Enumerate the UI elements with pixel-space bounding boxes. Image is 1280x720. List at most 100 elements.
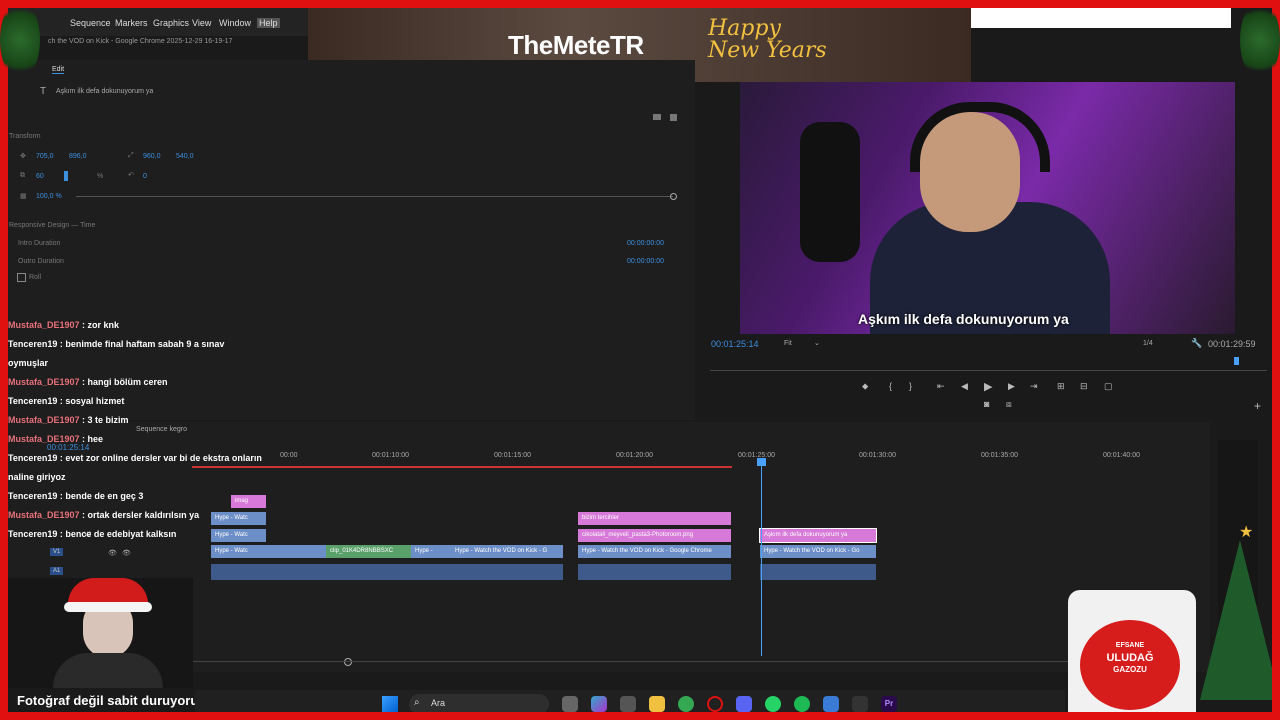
- star-icon: ★: [1239, 524, 1254, 541]
- chat-text: benimde final haftam sabah 9 a sınav: [65, 339, 225, 349]
- clip-id[interactable]: clip_01K4DR8NBBSXC: [326, 545, 411, 558]
- intro-value[interactable]: 00:00:00:00: [627, 240, 664, 247]
- whatsapp-icon[interactable]: [765, 696, 781, 712]
- marker-icon[interactable]: ⬥: [862, 381, 868, 392]
- windows-start-icon[interactable]: [382, 696, 398, 712]
- store-icon[interactable]: [823, 696, 839, 712]
- position-y[interactable]: 896,0: [69, 153, 87, 160]
- task-view-icon[interactable]: [562, 696, 578, 712]
- window-title: ch the VOD on Kick - Google Chrome 2025-…: [48, 38, 233, 45]
- chat-text: naline giriyoz: [8, 472, 66, 482]
- chat-user: Mustafa_DE1907: [8, 377, 80, 387]
- opacity-value[interactable]: 100,0 %: [36, 193, 62, 200]
- program-scrubber[interactable]: [710, 370, 1267, 371]
- opacity-icon: ▦: [20, 193, 27, 200]
- spotify-icon[interactable]: [794, 696, 810, 712]
- audio-clip[interactable]: [578, 564, 731, 580]
- copilot-icon[interactable]: [591, 696, 607, 712]
- eye-icon[interactable]: 👁: [122, 549, 131, 557]
- zoom-scroll-handle[interactable]: [344, 658, 352, 666]
- new-item-icon[interactable]: [670, 114, 677, 121]
- taskbar-search[interactable]: [409, 694, 549, 714]
- track-a1-label[interactable]: A1: [50, 567, 64, 575]
- clip-bizim[interactable]: bizim tercihler: [578, 512, 731, 525]
- anchor-icon: ⤢: [128, 152, 134, 159]
- banner-greeting: Happy New Years: [708, 18, 827, 62]
- rotation-value[interactable]: 0: [143, 173, 147, 180]
- position-x[interactable]: 705,0: [36, 153, 54, 160]
- menu-view[interactable]: View: [192, 18, 211, 28]
- play-icon[interactable]: ▶: [984, 380, 992, 393]
- tab-edit[interactable]: Edit: [52, 66, 65, 74]
- roll-checkbox[interactable]: [17, 273, 26, 282]
- wrench-icon[interactable]: 🔧: [1191, 338, 1202, 349]
- clip-askim-selected[interactable]: Aşkım ilk defa dokunuyorum ya: [759, 528, 877, 543]
- audio-clip[interactable]: [211, 564, 563, 580]
- clip-cikolata[interactable]: cikolatali_meyveli_pasta3-Photoroom.png: [578, 529, 731, 542]
- santa-hat-trim: [64, 602, 152, 612]
- streamer-webcam: [740, 82, 1235, 334]
- audio-clip[interactable]: [760, 564, 876, 580]
- discord-icon[interactable]: [736, 696, 752, 712]
- menu-sequence[interactable]: Sequence: [70, 18, 111, 28]
- menu-window[interactable]: Window: [219, 18, 251, 28]
- track-v1-label[interactable]: V1: [50, 548, 64, 556]
- program-timecode[interactable]: 00:01:25:14: [711, 339, 759, 349]
- opacity-slider[interactable]: [76, 196, 673, 197]
- greeting-line1: Happy: [708, 16, 781, 41]
- menu-help[interactable]: Help: [257, 18, 280, 28]
- timeline-scrollbar[interactable]: [192, 661, 1192, 662]
- scale-value[interactable]: 60: [36, 173, 44, 180]
- file-explorer-icon[interactable]: [649, 696, 665, 712]
- guest-body: [53, 653, 163, 688]
- chat-user: Mustafa_DE1907: [8, 510, 80, 520]
- go-to-in-icon[interactable]: ⇤: [937, 381, 945, 392]
- chrome-icon[interactable]: [678, 696, 694, 712]
- capcut-icon[interactable]: [852, 696, 868, 712]
- link-scale-icon[interactable]: [64, 171, 68, 181]
- clip-segment[interactable]: [266, 545, 326, 558]
- extract-icon[interactable]: ⊟: [1080, 381, 1088, 392]
- camera-icon[interactable]: ◙: [984, 399, 989, 409]
- clip-hype-full[interactable]: Hype - Watch the VOD on Kick - G: [451, 545, 563, 558]
- mark-out-icon[interactable]: }: [909, 381, 912, 391]
- clip-hype-chrome[interactable]: Hype - Watch the VOD on Kick - Google Ch…: [578, 545, 731, 558]
- tick-label: 00:01:20:00: [616, 452, 653, 459]
- export-frame-icon[interactable]: ▢: [1104, 381, 1113, 392]
- add-button-icon[interactable]: +: [1254, 399, 1261, 413]
- snipping-tool-icon[interactable]: [620, 696, 636, 712]
- program-monitor-controls: [700, 334, 1270, 424]
- frame-top: [0, 0, 1280, 8]
- search-icon: ⌕: [414, 697, 420, 708]
- chevron-down-icon[interactable]: ⌄: [814, 339, 820, 347]
- responsive-section: Responsive Design — Time: [9, 222, 96, 229]
- folder-icon[interactable]: [653, 114, 661, 120]
- resolution-select[interactable]: 1/4: [1143, 340, 1153, 347]
- anchor-y[interactable]: 540,0: [176, 153, 194, 160]
- zoom-select[interactable]: Fit: [784, 340, 792, 347]
- step-back-icon[interactable]: ◀: [961, 381, 968, 392]
- outro-value[interactable]: 00:00:00:00: [627, 258, 664, 265]
- clip-hype-short[interactable]: Hype -: [411, 545, 451, 558]
- menu-graphics[interactable]: Graphics: [153, 18, 189, 28]
- mark-in-icon[interactable]: {: [889, 381, 892, 391]
- eye-icon[interactable]: 👁: [108, 549, 117, 557]
- clip-hype-go[interactable]: Hype - Watch the VOD on Kick - Go: [760, 545, 876, 558]
- chat-message: naline giriyoz: [8, 468, 308, 487]
- text-layer-name[interactable]: Aşkım ilk defa dokunuyorum ya: [56, 88, 153, 95]
- lift-icon[interactable]: ⊞: [1057, 381, 1065, 392]
- opera-icon[interactable]: [707, 696, 723, 712]
- chat-message: Mustafa_DE1907 : ortak dersler kaldırıls…: [8, 510, 200, 520]
- step-forward-icon[interactable]: ▶: [1008, 381, 1015, 392]
- go-to-out-icon[interactable]: ⇥: [1030, 381, 1038, 392]
- program-playhead[interactable]: [1234, 357, 1239, 365]
- christmas-tree: [1200, 540, 1280, 700]
- comparison-icon[interactable]: ⧈: [1006, 399, 1012, 410]
- anchor-x[interactable]: 960,0: [143, 153, 161, 160]
- menu-markers[interactable]: Markers: [115, 18, 148, 28]
- premiere-icon[interactable]: Pr: [881, 696, 897, 712]
- clip-hype[interactable]: Hype - Watc: [211, 545, 266, 558]
- timeline-playhead[interactable]: [761, 460, 762, 656]
- guest-caption: Fotoğraf değil sabit duruyorum: [17, 693, 210, 708]
- opacity-slider-handle[interactable]: [670, 193, 677, 200]
